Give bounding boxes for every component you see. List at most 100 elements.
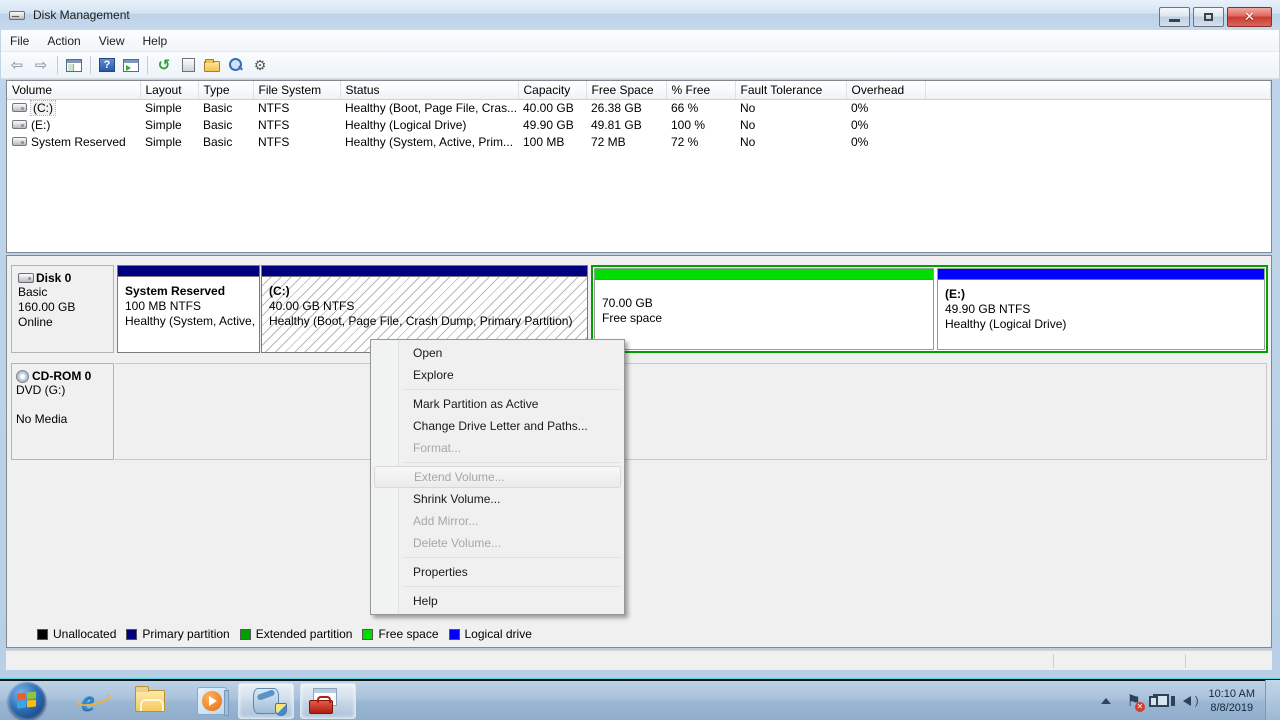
disk0-label-panel[interactable]: Disk 0 Basic 160.00 GB Online <box>11 265 114 353</box>
menu-action[interactable]: Action <box>38 31 89 51</box>
admin-tools-taskbar-button[interactable] <box>300 683 356 719</box>
primary-partition-bar <box>262 266 587 277</box>
col-status[interactable]: Status <box>340 81 518 99</box>
col-layout[interactable]: Layout <box>140 81 198 99</box>
window-title: Disk Management <box>33 8 130 22</box>
menu-file[interactable]: File <box>1 31 38 51</box>
toolbox-icon <box>309 700 333 714</box>
legend-extended-partition: Extended partition <box>240 627 353 641</box>
action-center-button[interactable]: ⚑✕ <box>1127 691 1141 711</box>
col-filler <box>925 81 1271 99</box>
help-icon: ? <box>99 58 115 72</box>
disk0-type: Basic <box>18 285 109 300</box>
menu-item-format: Format... <box>371 437 624 459</box>
cdrom-row: CD-ROM 0 DVD (G:) No Media <box>10 363 1268 460</box>
clock-time: 10:10 AM <box>1209 687 1255 701</box>
forward-button[interactable]: ⇨ <box>30 54 52 76</box>
taskbar-clock[interactable]: 10:10 AM 8/8/2019 <box>1209 687 1255 715</box>
col-capacity[interactable]: Capacity <box>518 81 586 99</box>
help-button[interactable]: ? <box>96 54 118 76</box>
magnifier-icon <box>228 57 244 73</box>
back-button[interactable]: ⇦ <box>6 54 28 76</box>
internet-explorer-button[interactable]: e <box>68 682 108 720</box>
partition-system-reserved[interactable]: System Reserved 100 MB NTFS Healthy (Sys… <box>117 265 260 353</box>
table-row-system-reserved[interactable]: System Reserved Simple Basic NTFS Health… <box>7 133 1271 150</box>
context-menu: Open Explore Mark Partition as Active Ch… <box>370 339 625 615</box>
extended-partition-container: 70.00 GB Free space (E:) 49.90 GB NTFS H… <box>591 265 1268 353</box>
error-badge-icon: ✕ <box>1135 702 1145 712</box>
col-free-space[interactable]: Free Space <box>586 81 666 99</box>
legend: Unallocated Primary partition Extended p… <box>37 625 542 643</box>
legend-logical-drive: Logical drive <box>449 627 532 641</box>
col-fault-tolerance[interactable]: Fault Tolerance <box>735 81 846 99</box>
console-tree-icon <box>66 59 82 72</box>
menu-item-help[interactable]: Help <box>371 590 624 612</box>
close-button[interactable]: ✕ <box>1227 7 1272 27</box>
media-player-button[interactable] <box>192 682 232 720</box>
col-type[interactable]: Type <box>198 81 253 99</box>
forward-arrow-icon: ⇨ <box>35 56 48 74</box>
taskbar: e ⚑✕ ) 10:10 AM 8/8/2019 <box>0 679 1280 720</box>
restore-button[interactable] <box>1193 7 1224 27</box>
speaker-icon[interactable] <box>1183 696 1191 706</box>
menu-item-add-mirror: Add Mirror... <box>371 510 624 532</box>
refresh-button[interactable]: ↺ <box>153 54 175 76</box>
disk0-status: Online <box>18 315 109 330</box>
col-overhead[interactable]: Overhead <box>846 81 925 99</box>
open-folder-icon <box>204 61 220 72</box>
refresh-icon: ↺ <box>158 56 171 74</box>
cdrom-label-panel[interactable]: CD-ROM 0 DVD (G:) No Media <box>11 363 114 460</box>
show-hidden-icons-button[interactable] <box>1101 698 1111 704</box>
menu-item-open[interactable]: Open <box>371 342 624 364</box>
free-space-block[interactable]: 70.00 GB Free space <box>594 268 934 350</box>
open-button[interactable] <box>201 54 223 76</box>
legend-free-space: Free space <box>362 627 438 641</box>
menu-separator <box>402 557 622 558</box>
menu-item-shrink-volume[interactable]: Shrink Volume... <box>371 488 624 510</box>
partition-e[interactable]: (E:) 49.90 GB NTFS Healthy (Logical Driv… <box>937 268 1265 350</box>
table-row-e[interactable]: (E:) Simple Basic NTFS Healthy (Logical … <box>7 116 1271 133</box>
logical-drive-bar <box>938 269 1264 280</box>
toolbar-separator <box>90 56 91 74</box>
show-desktop-button[interactable] <box>1265 680 1280 720</box>
primary-partition-swatch <box>126 629 137 640</box>
show-actions-pane-button[interactable] <box>120 54 142 76</box>
back-arrow-icon: ⇦ <box>11 56 24 74</box>
menu-view[interactable]: View <box>90 31 134 51</box>
rescan-button[interactable] <box>177 54 199 76</box>
internet-explorer-icon: e <box>81 684 94 718</box>
free-space-swatch <box>362 629 373 640</box>
find-button[interactable] <box>225 54 247 76</box>
col-file-system[interactable]: File System <box>253 81 340 99</box>
disk-icon <box>18 273 34 283</box>
cdrom-icon <box>16 370 29 383</box>
network-icon[interactable] <box>1153 694 1169 707</box>
minimize-button[interactable] <box>1159 7 1190 27</box>
volume-icon <box>12 137 27 146</box>
menu-item-change-drive-letter[interactable]: Change Drive Letter and Paths... <box>371 415 624 437</box>
menu-item-explore[interactable]: Explore <box>371 364 624 386</box>
start-button[interactable] <box>8 682 46 720</box>
primary-partition-bar <box>118 266 259 277</box>
free-space-bar <box>595 269 933 280</box>
volume-icon <box>12 120 27 129</box>
menu-item-delete-volume: Delete Volume... <box>371 532 624 554</box>
menubar: File Action View Help <box>1 30 1279 52</box>
statusbar-divider <box>1185 654 1186 668</box>
menu-item-properties[interactable]: Properties <box>371 561 624 583</box>
col-pct-free[interactable]: % Free <box>666 81 735 99</box>
menu-help[interactable]: Help <box>134 31 177 51</box>
settings-button[interactable]: ⚙ <box>249 54 271 76</box>
media-player-icon <box>197 687 227 715</box>
uac-shield-icon <box>275 703 287 716</box>
table-row-c[interactable]: (C:) Simple Basic NTFS Healthy (Boot, Pa… <box>7 99 1271 116</box>
menu-separator <box>402 462 622 463</box>
menu-item-extend-volume: Extend Volume... <box>374 466 621 488</box>
disk-management-taskbar-button[interactable] <box>238 683 294 719</box>
menu-item-mark-partition-active[interactable]: Mark Partition as Active <box>371 393 624 415</box>
show-console-tree-button[interactable] <box>63 54 85 76</box>
windows-explorer-button[interactable] <box>130 682 170 720</box>
titlebar[interactable]: Disk Management ✕ <box>0 0 1280 30</box>
menu-separator <box>402 586 622 587</box>
col-volume[interactable]: Volume <box>7 81 140 99</box>
